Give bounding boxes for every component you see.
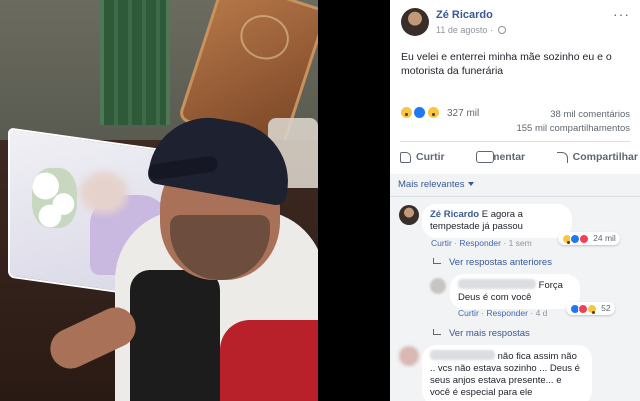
reply-time[interactable]: 4 d bbox=[536, 308, 548, 318]
reply-reply-link[interactable]: Responder bbox=[486, 308, 528, 318]
comment-bubble: Zé Ricardo E agora a tempestade já passo… bbox=[422, 204, 572, 238]
shares-count[interactable]: 155 mil compartilhamentos bbox=[516, 123, 630, 134]
reply-reaction-count: 52 bbox=[601, 303, 611, 313]
photo-window bbox=[100, 0, 170, 125]
separator: · bbox=[454, 238, 457, 248]
more-options-icon[interactable]: ··· bbox=[613, 6, 630, 22]
photo-blurred-face bbox=[80, 172, 128, 214]
photo-vest bbox=[130, 270, 220, 401]
comment-bubble: não fica assim não .. vcs não estava soz… bbox=[422, 345, 592, 401]
meta-separator: · bbox=[489, 25, 493, 35]
reply-actions: Curtir · Responder · 4 d bbox=[458, 308, 547, 318]
separator: · bbox=[530, 308, 534, 318]
reaction-count[interactable]: 327 mil bbox=[447, 108, 479, 119]
reply-arrow-icon bbox=[433, 258, 441, 264]
comment-like-link[interactable]: Curtir bbox=[431, 238, 452, 248]
comments-count[interactable]: 38 mil comentários bbox=[550, 109, 630, 120]
wow-icon bbox=[586, 303, 597, 314]
reply-avatar[interactable] bbox=[430, 278, 446, 294]
separator: · bbox=[503, 238, 507, 248]
photo-flowers bbox=[32, 168, 77, 228]
reply-bubble: Força Deus é com você bbox=[450, 274, 580, 309]
comment-filter-label: Mais relevantes bbox=[398, 179, 465, 190]
previous-replies-label: Ver respostas anteriores bbox=[449, 257, 552, 268]
reactions-summary[interactable]: 327 mil 38 mil comentários 155 mil compa… bbox=[400, 104, 630, 140]
comment-reactions[interactable]: 24 mil bbox=[558, 232, 620, 245]
separator: · bbox=[481, 308, 484, 318]
more-replies-link[interactable]: Ver mais respostas bbox=[433, 328, 530, 339]
comment-author[interactable]: Zé Ricardo bbox=[430, 209, 479, 220]
like-label: Curtir bbox=[416, 151, 445, 163]
post-actions: Curtir Comentar Compartilhar bbox=[400, 146, 638, 168]
reply-like-link[interactable]: Curtir bbox=[458, 308, 479, 318]
love-icon bbox=[578, 233, 589, 244]
reply-reactions[interactable]: 52 bbox=[566, 302, 615, 315]
sad-icon bbox=[400, 106, 413, 120]
divider bbox=[390, 196, 640, 197]
comment-reply-link[interactable]: Responder bbox=[459, 238, 501, 248]
chevron-down-icon bbox=[467, 182, 474, 186]
globe-icon bbox=[498, 26, 507, 34]
comment-author-blurred[interactable] bbox=[430, 350, 495, 360]
comment-filter-dropdown[interactable]: Mais relevantes bbox=[398, 179, 474, 190]
comment-avatar[interactable] bbox=[399, 205, 419, 225]
previous-replies-link[interactable]: Ver respostas anteriores bbox=[433, 257, 552, 268]
post-date[interactable]: 11 de agosto bbox=[436, 25, 487, 35]
comment-avatar[interactable] bbox=[399, 346, 419, 366]
comment-time[interactable]: 1 sem bbox=[509, 238, 532, 248]
like-icon bbox=[413, 106, 427, 120]
author-name[interactable]: Zé Ricardo bbox=[436, 9, 493, 21]
like-button[interactable]: Curtir bbox=[400, 146, 445, 168]
comment-reaction-count: 24 mil bbox=[593, 233, 616, 243]
divider bbox=[400, 141, 630, 142]
share-label: Compartilhar bbox=[572, 151, 638, 163]
comment-button[interactable]: Comentar bbox=[476, 146, 525, 168]
post-panel: Zé Ricardo 11 de agosto · ··· Eu velei e… bbox=[390, 0, 640, 401]
post-header: Zé Ricardo 11 de agosto · ··· bbox=[390, 0, 640, 42]
post-text: Eu velei e enterrei minha mãe sozinho eu… bbox=[401, 51, 612, 77]
comment-actions: Curtir · Responder · 1 sem bbox=[431, 238, 532, 248]
reply-author-blurred[interactable] bbox=[458, 279, 536, 289]
thumbs-up-icon bbox=[400, 151, 411, 163]
share-icon bbox=[556, 151, 568, 163]
share-button[interactable]: Compartilhar bbox=[556, 146, 638, 168]
comment-icon bbox=[476, 151, 495, 163]
post-photo[interactable] bbox=[0, 0, 318, 401]
reply-arrow-icon bbox=[433, 329, 441, 335]
more-replies-label: Ver mais respostas bbox=[449, 328, 530, 339]
wow-icon bbox=[426, 106, 440, 120]
post-meta: 11 de agosto · bbox=[436, 25, 507, 35]
author-avatar[interactable] bbox=[401, 8, 429, 36]
photo-red-jacket bbox=[220, 320, 318, 401]
